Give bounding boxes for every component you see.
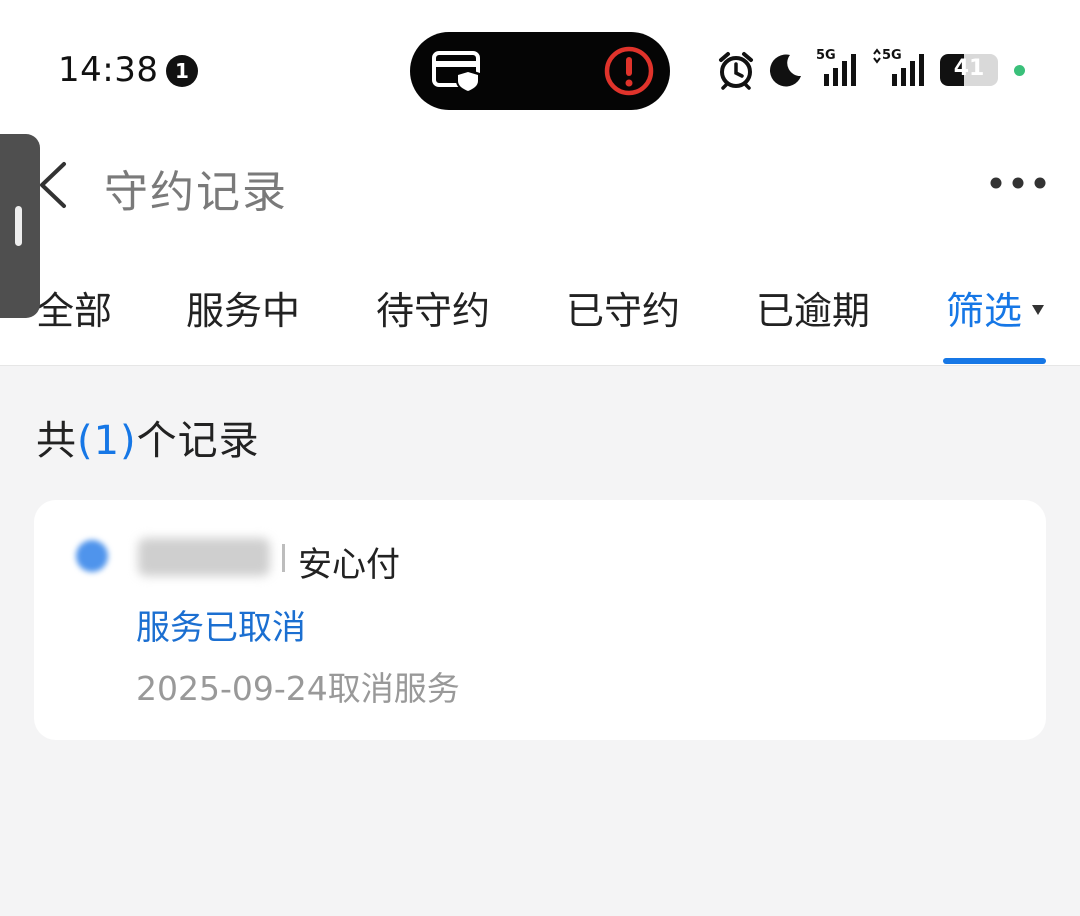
- dynamic-island[interactable]: [410, 32, 670, 110]
- active-tab-indicator: [943, 358, 1046, 364]
- tab-pending[interactable]: 待守约: [376, 280, 490, 335]
- record-status: 服务已取消: [136, 608, 306, 648]
- alarm-icon: [716, 50, 756, 94]
- notification-badge: 1: [166, 55, 198, 87]
- card-shield-icon: [432, 49, 484, 97]
- page-title: 守约记录: [104, 167, 288, 218]
- tab-in-service[interactable]: 服务中: [186, 280, 300, 335]
- more-icon: [990, 177, 1046, 189]
- back-arrow-icon: [40, 162, 66, 208]
- tab-all[interactable]: 全部: [36, 280, 112, 335]
- tab-filter-label: 筛选: [946, 289, 1023, 333]
- more-button[interactable]: [988, 172, 1052, 194]
- tab-filter[interactable]: 筛选: [946, 280, 1045, 335]
- service-name: 安心付: [298, 545, 400, 585]
- alert-icon: [602, 44, 656, 102]
- record-count: 共(1)个记录: [36, 408, 260, 466]
- handle-bar: [15, 206, 22, 246]
- moon-icon: [768, 52, 804, 92]
- privacy-indicator-dot: [1014, 65, 1025, 76]
- side-panel-handle[interactable]: [0, 134, 40, 318]
- tab-overdue[interactable]: 已逾期: [756, 280, 870, 335]
- merchant-name-redacted: [138, 538, 270, 576]
- merchant-logo: [76, 540, 108, 572]
- filter-tabs: 全部 服务中 待守约 已守约 已逾期 筛选: [0, 280, 1080, 340]
- record-count-number: (1): [77, 418, 137, 464]
- record-count-prefix: 共: [36, 418, 77, 464]
- caret-down-icon: [1032, 304, 1045, 315]
- record-card[interactable]: 安心付 服务已取消 2025-09-24取消服务: [34, 500, 1046, 740]
- battery-icon: 41: [940, 54, 998, 86]
- tab-fulfilled[interactable]: 已守约: [566, 280, 680, 335]
- status-time: 14:38: [58, 50, 159, 90]
- record-count-suffix: 个记录: [136, 418, 260, 464]
- record-detail: 2025-09-24取消服务: [136, 669, 460, 708]
- divider: [282, 544, 285, 572]
- back-button[interactable]: [36, 160, 76, 210]
- battery-level: 41: [953, 56, 985, 81]
